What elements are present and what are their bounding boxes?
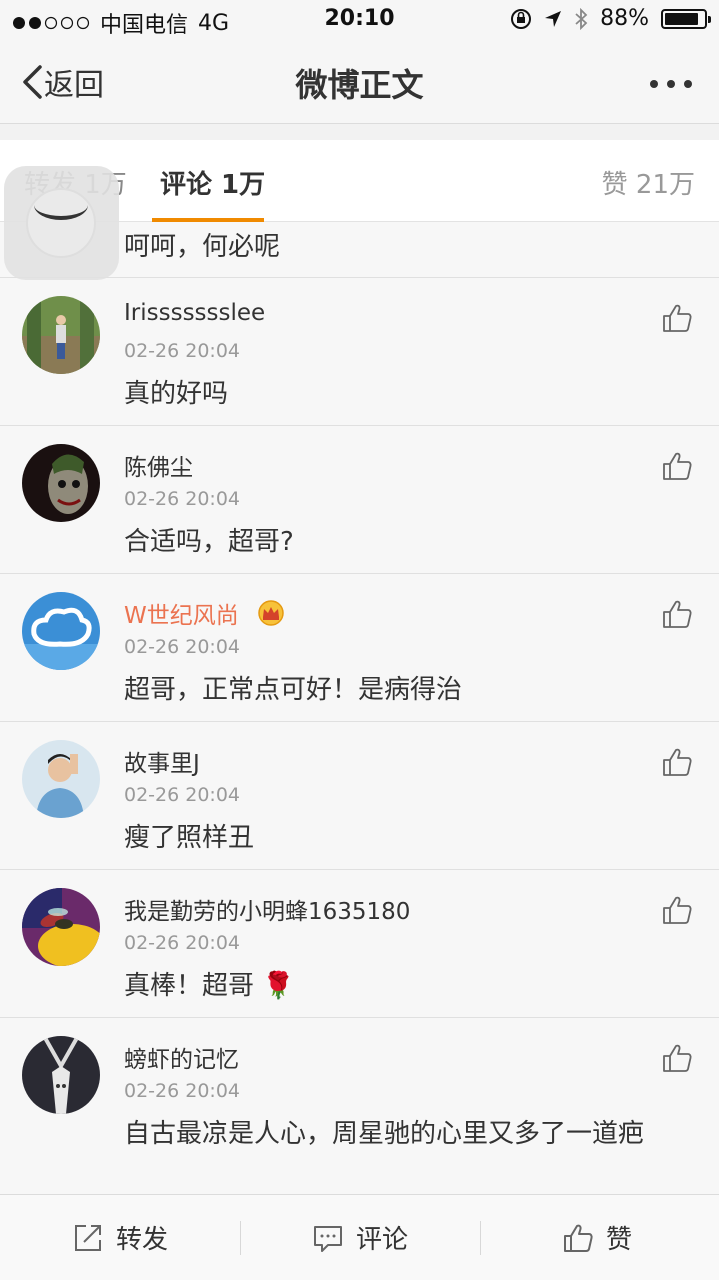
list-item: 螃虾的记忆 02-26 20:04 自古最凉是人心，周星驰的心里又多了一道疤 xyxy=(0,1018,719,1194)
more-button[interactable] xyxy=(649,62,693,97)
thumbs-up-icon[interactable] xyxy=(661,302,693,334)
page-title: 微博正文 xyxy=(295,66,424,104)
comment-text: 合适吗，超哥? xyxy=(124,527,294,557)
list-item: W世纪风尚 02-26 20:04 超哥，正常点可好！是病得治 xyxy=(0,574,719,722)
thumbs-up-icon xyxy=(564,1224,593,1252)
comment-label: 评论 xyxy=(356,1225,409,1255)
like-label: 赞 xyxy=(606,1225,633,1255)
thumbs-up-icon[interactable] xyxy=(661,598,693,630)
tab-comment[interactable]: 评论 1万 xyxy=(160,164,265,201)
repost-button[interactable]: 转发 xyxy=(72,1219,168,1256)
comment-text: 自古最凉是人心，周星驰的心里又多了一道疤 xyxy=(124,1119,645,1149)
username[interactable]: 螃虾的记忆 xyxy=(124,1040,239,1074)
comment-text: 真棒！超哥 🌹 xyxy=(124,971,295,1001)
list-item: 故事里J 02-26 20:04 瘦了照样丑 xyxy=(0,722,719,870)
username[interactable]: 故事里J xyxy=(124,744,200,778)
assistive-touch-button[interactable] xyxy=(4,166,119,280)
bluetooth-icon xyxy=(575,7,588,30)
avatar[interactable] xyxy=(22,592,100,670)
like-button[interactable]: 赞 xyxy=(562,1219,632,1256)
vip-crown-icon[interactable] xyxy=(256,600,286,626)
comment-icon xyxy=(314,1225,342,1252)
nav-bar: 返回 微博正文 xyxy=(0,40,719,124)
repost-label: 转发 xyxy=(116,1225,169,1255)
battery-percent: 88% xyxy=(600,6,649,31)
username[interactable]: W世纪风尚 xyxy=(124,596,286,630)
divider xyxy=(240,1221,241,1255)
list-item: 我是勤劳的小明蜂1635180 02-26 20:04 真棒！超哥 🌹 xyxy=(0,870,719,1018)
username[interactable]: Irissssssslee xyxy=(124,300,265,326)
location-icon xyxy=(545,10,562,27)
thumbs-up-icon[interactable] xyxy=(661,450,693,482)
comment-time: 02-26 20:04 xyxy=(124,340,241,362)
more-dots-icon xyxy=(650,80,692,88)
avatar[interactable] xyxy=(22,444,100,522)
comment-time: 02-26 20:04 xyxy=(124,488,241,510)
divider xyxy=(480,1221,481,1255)
comment-text: 真的好吗 xyxy=(124,379,229,409)
comment-text: 瘦了照样丑 xyxy=(124,823,255,853)
list-item: 陈佛尘 02-26 20:04 合适吗，超哥? xyxy=(0,426,719,574)
comment-time: 02-26 20:04 xyxy=(124,1080,241,1102)
assistive-arc xyxy=(34,190,88,220)
list-item: Irissssssslee 02-26 20:04 真的好吗 xyxy=(0,278,719,426)
thumbs-up-icon[interactable] xyxy=(661,1042,693,1074)
avatar[interactable] xyxy=(22,1036,100,1114)
comment-time: 02-26 20:04 xyxy=(124,636,241,658)
thumbs-up-icon[interactable] xyxy=(661,746,693,778)
avatar[interactable] xyxy=(22,740,100,818)
status-bar: 中国电信 4G 20:10 88% xyxy=(0,0,719,40)
comment-time: 02-26 20:04 xyxy=(124,932,241,954)
comment-button[interactable]: 评论 xyxy=(312,1219,408,1256)
repost-icon xyxy=(75,1224,101,1251)
comment-list[interactable]: 呵呵，何必呢 Irissssssslee 02-26 20:04 真的好吗 陈佛… xyxy=(0,222,719,1194)
avatar[interactable] xyxy=(22,888,100,966)
comment-text: 超哥，正常点可好！是病得治 xyxy=(124,675,463,705)
avatar[interactable] xyxy=(22,296,100,374)
battery-fill xyxy=(665,12,699,25)
username[interactable]: 陈佛尘 xyxy=(124,448,193,482)
username[interactable]: 我是勤劳的小明蜂1635180 xyxy=(124,892,410,926)
tab-like[interactable]: 赞 21万 xyxy=(602,164,695,201)
battery-icon xyxy=(661,8,711,29)
thumbs-up-icon[interactable] xyxy=(661,894,693,926)
username-text: W世纪风尚 xyxy=(124,603,239,629)
comment-time: 02-26 20:04 xyxy=(124,784,241,806)
rotation-lock-icon xyxy=(511,8,532,29)
status-right: 88% xyxy=(510,6,711,31)
bottom-action-bar: 转发 评论 赞 xyxy=(0,1194,719,1280)
comment-text: 呵呵，何必呢 xyxy=(124,232,281,262)
